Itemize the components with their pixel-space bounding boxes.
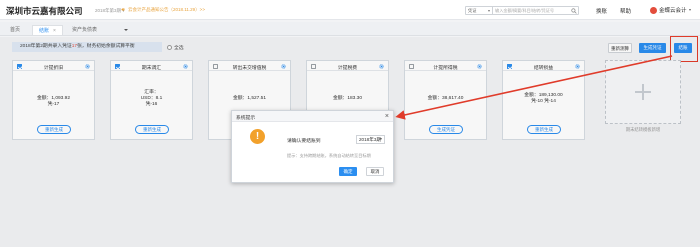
chevron-down-icon <box>688 9 691 11</box>
card-voucher[interactable]: 凭-17 <box>13 102 94 108</box>
period-summary: 2018年第2期共录入凭证17张，财务初始余额试算平衡 <box>12 42 162 52</box>
company-name: 深圳市云嘉有限公司 <box>6 6 83 16</box>
select-all-toggle[interactable]: 全选 <box>167 44 184 51</box>
gear-icon[interactable] <box>575 63 580 69</box>
card-amount: 金额：183.30 <box>332 96 363 101</box>
megaphone-icon <box>121 7 125 11</box>
ok-button[interactable]: 确定 <box>339 167 357 176</box>
dialog-title: 系统提示 <box>236 116 256 121</box>
tab-balance-sheet[interactable]: 资产负债表 <box>66 25 103 35</box>
card-voucher[interactable]: 凭-10 凭-14 <box>503 99 584 105</box>
card-title: 结转损益 <box>533 65 554 71</box>
notice-text: 云会计产品通知公告（2018.11.29）>> <box>128 6 205 12</box>
period-select[interactable]: 2018年3期 <box>356 134 385 144</box>
tab-more-icon[interactable] <box>124 29 128 31</box>
generate-voucher-button[interactable]: 生成凭证 <box>639 43 666 53</box>
search-box: 凭证 <box>465 6 579 15</box>
card-action-button[interactable]: 重新生成 <box>527 125 561 134</box>
card-depreciation: 计提折旧 金额：1,093.92 凭-17 重新生成 <box>12 60 95 140</box>
confirm-dialog: 系统提示 × ! 请确认要结账到 2018年3期 提示：支持跨期结账，系统自动结… <box>231 110 394 183</box>
card-title: 计提税费 <box>337 65 358 71</box>
tab-home[interactable]: 首页 <box>4 25 26 35</box>
card-action-button[interactable]: 生成凭证 <box>429 125 463 134</box>
card-title: 计提所得税 <box>433 65 458 71</box>
card-action-button[interactable]: 重新生成 <box>135 125 169 134</box>
close-icon[interactable]: × <box>53 28 56 34</box>
help-link[interactable]: 帮助 <box>620 7 631 15</box>
gear-icon[interactable] <box>281 63 286 69</box>
switch-account-link[interactable]: 换账 <box>596 7 607 15</box>
card-voucher[interactable]: 凭-16 <box>111 102 192 108</box>
search-type-select[interactable]: 凭证 <box>466 7 493 14</box>
tab-bar: 首页 结账 × 资产负债表 <box>0 22 700 36</box>
tab-close-period[interactable]: 结账 × <box>32 25 63 35</box>
gear-icon[interactable] <box>379 63 384 69</box>
gear-icon[interactable] <box>477 63 482 69</box>
cancel-button[interactable]: 取消 <box>366 167 384 176</box>
highlight-box <box>670 36 698 62</box>
card-action-button[interactable]: 重新生成 <box>37 125 71 134</box>
user-menu[interactable]: 金蝶云会计 <box>650 6 691 14</box>
gear-icon[interactable] <box>183 63 188 69</box>
add-template-card[interactable] <box>605 60 681 124</box>
card-title: 计提折旧 <box>43 65 64 71</box>
reset-button[interactable]: 重新测算 <box>608 43 632 53</box>
search-icon[interactable] <box>571 8 577 14</box>
card-title: 转出未交增值税 <box>232 65 267 71</box>
card-amount: 金额：1,527.51 <box>232 96 267 101</box>
top-bar: 深圳市云嘉有限公司 2018年第3期 ▾ 云会计产品通知公告（2018.11.2… <box>0 0 700 20</box>
gear-icon[interactable] <box>85 63 90 69</box>
dialog-hint: 提示：支持跨期结账，系统自动结转至目标期 <box>287 153 371 158</box>
user-name: 金蝶云会计 <box>659 8 687 14</box>
card-profit-loss: 结转损益 金额：189,130.00 凭-10 凭-14 重新生成 <box>502 60 585 140</box>
chevron-down-icon <box>380 138 382 141</box>
warning-icon: ! <box>250 129 265 144</box>
card-income-tax: 计提所得税 金额：38,617.40 生成凭证 <box>404 60 487 140</box>
add-template-label: 期末结转模板新增 <box>625 127 661 132</box>
avatar <box>650 6 657 14</box>
search-input[interactable] <box>495 7 569 14</box>
radio-icon <box>167 45 172 50</box>
card-title: 期末调汇 <box>141 65 162 71</box>
card-amount: 金额：38,617.40 <box>427 96 464 101</box>
notice-link[interactable]: 云会计产品通知公告（2018.11.29）>> <box>121 7 205 13</box>
card-exchange-adjust: 期末调汇 汇率： USD：8.1 凭-16 重新生成 <box>110 60 193 140</box>
chevron-down-icon <box>488 9 490 12</box>
close-icon[interactable]: × <box>385 113 389 120</box>
dialog-question: 请确认要结账到 <box>287 139 321 144</box>
